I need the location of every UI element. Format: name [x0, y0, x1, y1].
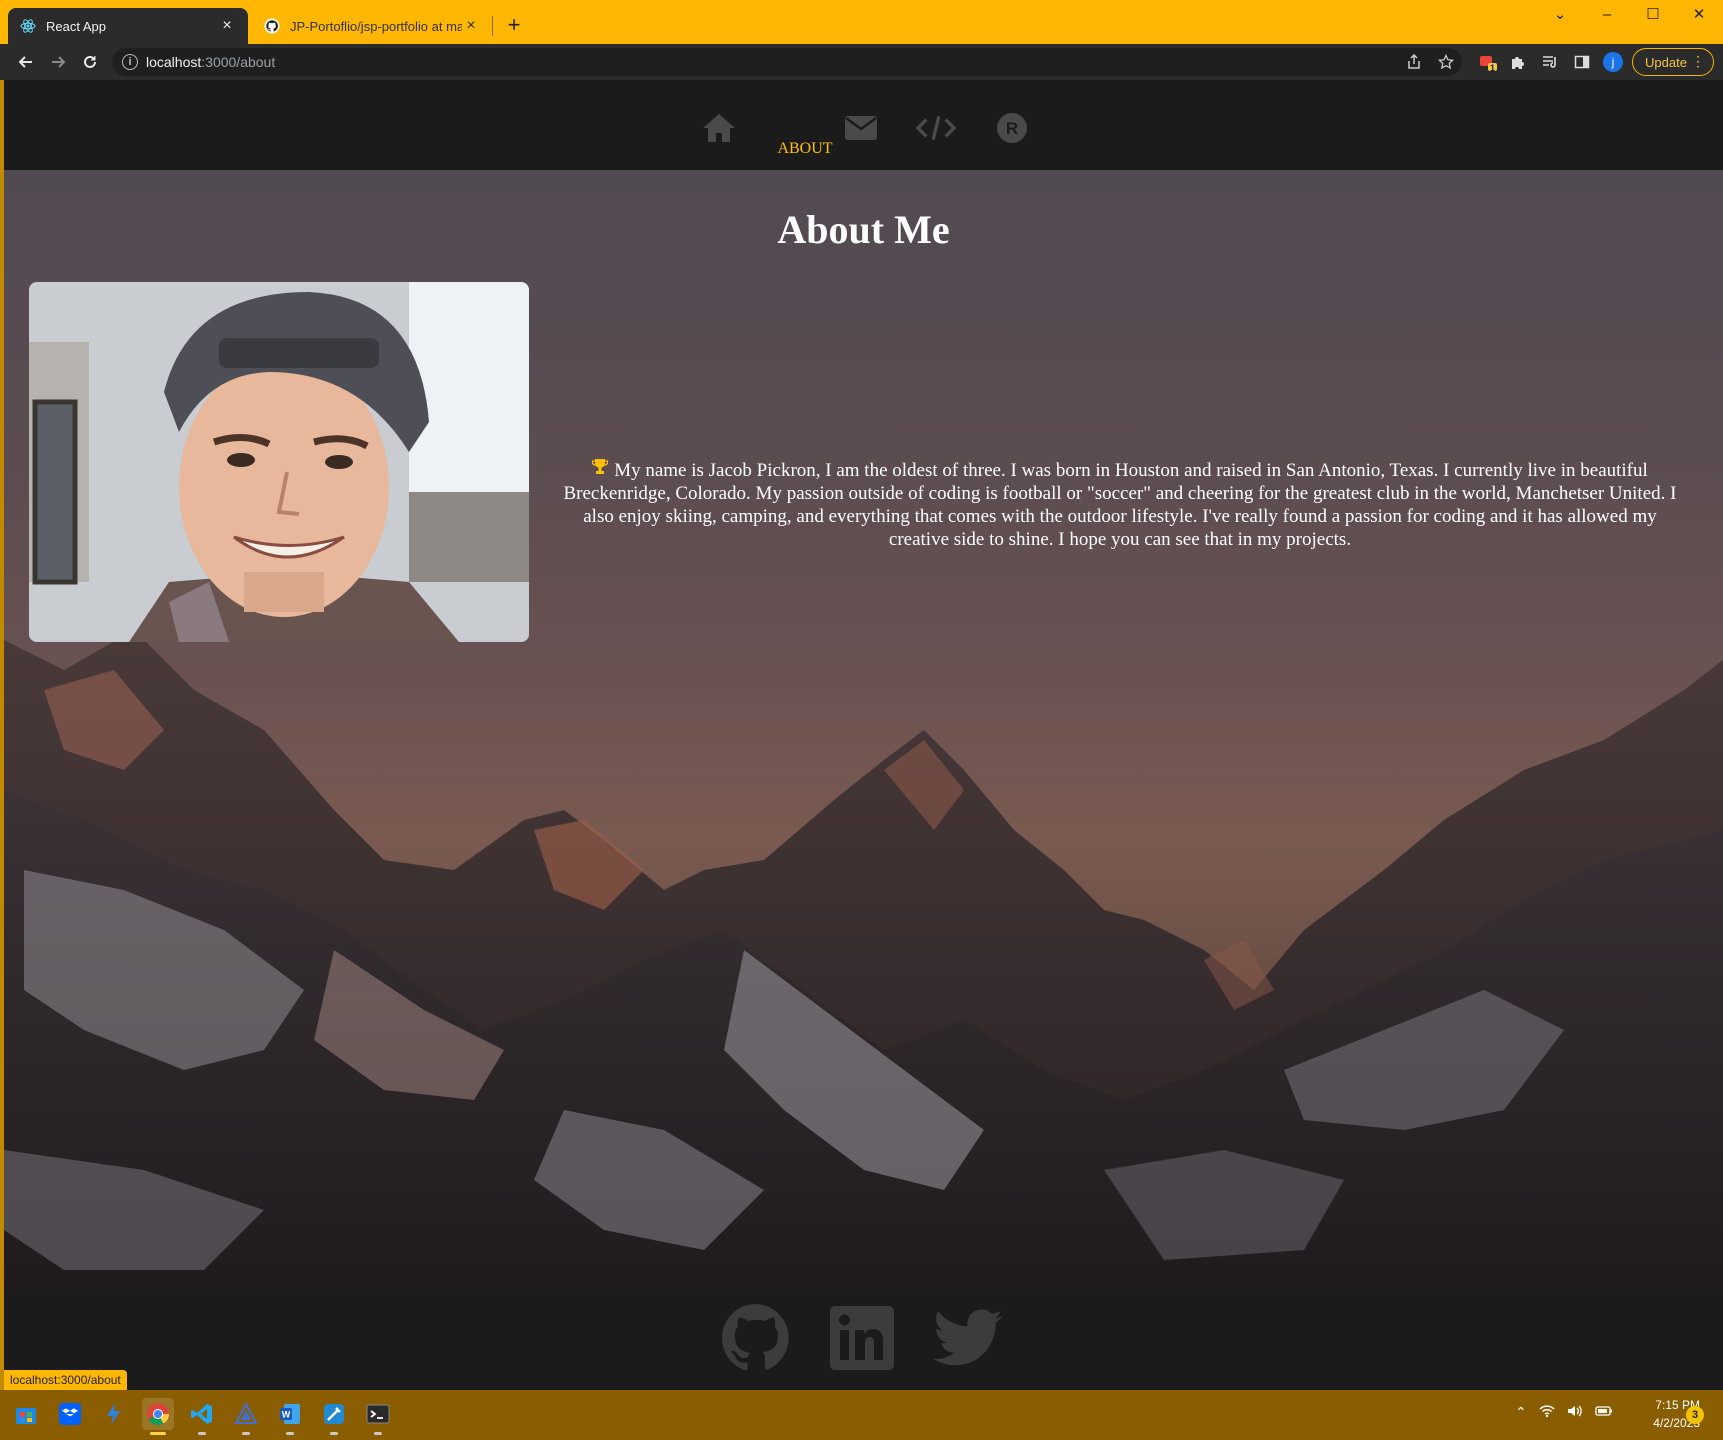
tab-react-app[interactable]: React App ×	[8, 8, 248, 44]
tab-separator	[492, 16, 493, 36]
extension-badge-icon[interactable]: 1	[1478, 52, 1498, 73]
taskbar-azure-data-studio[interactable]	[98, 1398, 130, 1430]
share-icon[interactable]	[1404, 52, 1424, 72]
twitter-link[interactable]	[932, 1302, 1004, 1374]
chevron-up-icon[interactable]: ⌃	[1515, 1404, 1527, 1421]
wifi-icon[interactable]	[1539, 1404, 1555, 1421]
github-icon	[722, 1304, 789, 1371]
tab-search-icon[interactable]: ⌄	[1540, 4, 1580, 26]
envelope-icon	[845, 116, 877, 140]
taskbar-chrome[interactable]	[142, 1398, 174, 1435]
site-navbar: ABOUT R	[4, 80, 1723, 170]
nav-about-link[interactable]: ABOUT	[764, 140, 846, 158]
close-tab-icon[interactable]: ×	[462, 17, 480, 35]
home-icon	[703, 114, 735, 142]
address-path: :3000/about	[201, 54, 276, 70]
site-footer	[4, 1290, 1723, 1390]
svg-text:W: W	[282, 1410, 291, 1420]
nav-resume-link[interactable]: R	[992, 108, 1032, 148]
twitter-icon	[933, 1309, 1003, 1366]
minimize-button[interactable]: –	[1587, 4, 1627, 26]
task-indicator	[150, 1432, 166, 1435]
lightning-icon	[107, 1403, 120, 1425]
tab-github-repo[interactable]: JP-Portoflio/jsp-portfolio at main ×	[252, 8, 492, 44]
close-tab-icon[interactable]: ×	[218, 17, 236, 35]
maximize-button[interactable]: ☐	[1633, 4, 1673, 26]
chrome-icon	[147, 1403, 169, 1425]
profile-photo	[29, 282, 529, 642]
nav-contact-link[interactable]	[841, 108, 881, 148]
battery-icon[interactable]	[1595, 1404, 1613, 1421]
terminal-icon	[366, 1404, 390, 1424]
store-icon	[16, 1408, 36, 1424]
github-link[interactable]	[720, 1302, 792, 1374]
link-status-bubble: localhost:3000/about	[4, 1370, 127, 1390]
linkedin-icon	[830, 1306, 894, 1370]
update-button[interactable]: Update ⋮	[1632, 48, 1714, 76]
close-window-button[interactable]: ✕	[1679, 4, 1719, 26]
nav-home-link[interactable]	[699, 108, 739, 148]
reload-button[interactable]	[78, 50, 102, 74]
more-menu-icon[interactable]: ⋮	[1691, 53, 1705, 70]
arrow-left-icon	[18, 56, 32, 68]
system-tray: ⌃	[1515, 1404, 1613, 1421]
taskbar-store[interactable]	[10, 1398, 42, 1430]
puzzle-extensions-icon[interactable]	[1508, 52, 1528, 72]
reload-icon	[84, 55, 96, 68]
hammer-app-icon	[324, 1404, 344, 1424]
trophy-icon	[592, 459, 609, 474]
forward-button[interactable]	[46, 50, 70, 74]
word-icon: W	[280, 1404, 300, 1424]
new-tab-button[interactable]: +	[502, 12, 526, 38]
taskbar-word[interactable]: W	[274, 1398, 306, 1435]
code-icon	[916, 116, 956, 140]
task-indicator	[286, 1432, 294, 1435]
extension-badge-count: 1	[1490, 63, 1496, 73]
bookmark-star-icon[interactable]	[1436, 52, 1456, 72]
task-indicator	[330, 1432, 338, 1435]
taskbar-arduino[interactable]	[230, 1398, 262, 1435]
back-button[interactable]	[14, 50, 38, 74]
nav-projects-link[interactable]	[916, 108, 956, 148]
react-icon	[20, 19, 36, 33]
browser-toolbar: i localhost:3000/about 1 j Update ⋮	[0, 44, 1723, 80]
task-indicator	[242, 1432, 250, 1435]
page-viewport: ABOUT R About Me My name is Jacob Pickro…	[4, 80, 1723, 1390]
windows-taskbar: W ⌃ 7:15 PM 4/2/2023 3	[0, 1390, 1723, 1440]
arrow-right-icon	[52, 56, 66, 68]
resume-r-icon: R	[997, 113, 1027, 143]
tab-title: JP-Portoflio/jsp-portfolio at main	[290, 18, 462, 34]
media-queue-icon[interactable]	[1540, 52, 1560, 72]
page-title: About Me	[777, 207, 950, 252]
taskbar-tool[interactable]	[318, 1398, 350, 1435]
task-indicator	[374, 1432, 382, 1435]
tab-title: React App	[46, 18, 106, 34]
vscode-icon	[191, 1404, 212, 1424]
taskbar-terminal[interactable]	[362, 1398, 394, 1435]
github-icon	[264, 18, 280, 34]
taskbar-dropbox[interactable]	[54, 1398, 86, 1430]
address-bar[interactable]: i localhost:3000/about	[112, 48, 1462, 76]
browser-titlebar: React App × JP-Portoflio/jsp-portfolio a…	[0, 0, 1723, 44]
volume-icon[interactable]	[1567, 1404, 1583, 1421]
notification-badge[interactable]: 3	[1686, 1406, 1704, 1424]
site-info-icon[interactable]: i	[122, 54, 138, 70]
side-panel-icon[interactable]	[1572, 52, 1592, 72]
address-host: localhost	[146, 54, 202, 70]
task-indicator	[198, 1432, 206, 1435]
dropbox-icon	[59, 1403, 81, 1425]
triangle-app-icon	[234, 1402, 258, 1424]
about-section: About Me My name is Jacob Pickron, I am …	[4, 170, 1723, 1290]
update-label: Update	[1645, 54, 1687, 70]
about-bio-text: My name is Jacob Pickron, I am the oldes…	[563, 460, 1677, 550]
taskbar-vscode[interactable]	[186, 1398, 218, 1435]
profile-avatar[interactable]: j	[1603, 52, 1623, 72]
svg-text:R: R	[1006, 119, 1018, 138]
linkedin-link[interactable]	[826, 1302, 898, 1374]
about-bio: My name is Jacob Pickron, I am the oldes…	[560, 458, 1680, 551]
